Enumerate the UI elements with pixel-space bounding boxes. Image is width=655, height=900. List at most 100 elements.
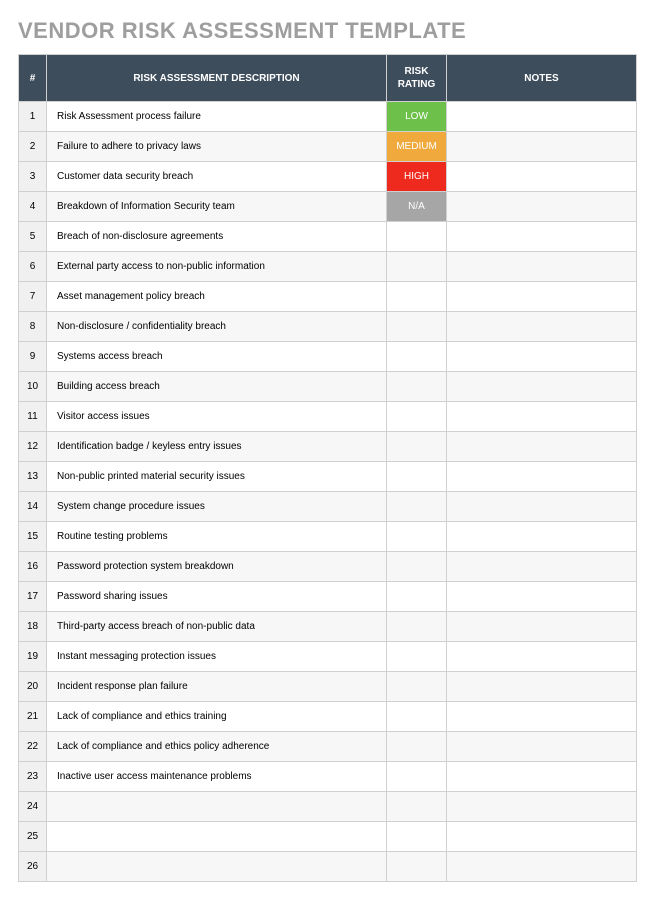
row-rating: MEDIUM (387, 132, 447, 162)
row-rating (387, 672, 447, 702)
table-row: 17Password sharing issues (19, 582, 637, 612)
table-row: 2Failure to adhere to privacy lawsMEDIUM (19, 132, 637, 162)
row-description (47, 822, 387, 852)
row-notes (447, 222, 637, 252)
row-number: 14 (19, 492, 47, 522)
row-notes (447, 522, 637, 552)
row-description: Non-disclosure / confidentiality breach (47, 312, 387, 342)
row-description: Non-public printed material security iss… (47, 462, 387, 492)
row-rating (387, 282, 447, 312)
row-number: 1 (19, 102, 47, 132)
row-rating (387, 492, 447, 522)
row-notes (447, 162, 637, 192)
row-rating (387, 372, 447, 402)
row-rating (387, 522, 447, 552)
row-rating (387, 552, 447, 582)
table-row: 24 (19, 792, 637, 822)
row-description: Password protection system breakdown (47, 552, 387, 582)
row-notes (447, 282, 637, 312)
row-number: 9 (19, 342, 47, 372)
header-notes: NOTES (447, 55, 637, 102)
table-row: 11Visitor access issues (19, 402, 637, 432)
table-row: 4Breakdown of Information Security teamN… (19, 192, 637, 222)
page-title: VENDOR RISK ASSESSMENT TEMPLATE (18, 18, 637, 44)
row-rating (387, 582, 447, 612)
table-row: 8Non-disclosure / confidentiality breach (19, 312, 637, 342)
row-description: Failure to adhere to privacy laws (47, 132, 387, 162)
table-row: 22Lack of compliance and ethics policy a… (19, 732, 637, 762)
table-row: 26 (19, 852, 637, 882)
row-number: 18 (19, 612, 47, 642)
row-number: 7 (19, 282, 47, 312)
row-notes (447, 732, 637, 762)
row-number: 26 (19, 852, 47, 882)
row-rating (387, 852, 447, 882)
row-rating (387, 612, 447, 642)
row-description: Lack of compliance and ethics training (47, 702, 387, 732)
row-number: 20 (19, 672, 47, 702)
row-notes (447, 312, 637, 342)
table-row: 3Customer data security breachHIGH (19, 162, 637, 192)
row-notes (447, 102, 637, 132)
row-notes (447, 852, 637, 882)
table-row: 1Risk Assessment process failureLOW (19, 102, 637, 132)
row-number: 13 (19, 462, 47, 492)
row-description: Incident response plan failure (47, 672, 387, 702)
row-number: 2 (19, 132, 47, 162)
row-number: 12 (19, 432, 47, 462)
row-number: 8 (19, 312, 47, 342)
row-description: Asset management policy breach (47, 282, 387, 312)
table-row: 18Third-party access breach of non-publi… (19, 612, 637, 642)
row-rating (387, 252, 447, 282)
row-notes (447, 132, 637, 162)
row-rating (387, 702, 447, 732)
row-notes (447, 612, 637, 642)
row-rating (387, 402, 447, 432)
row-description: Breakdown of Information Security team (47, 192, 387, 222)
row-notes (447, 402, 637, 432)
row-notes (447, 582, 637, 612)
row-rating (387, 762, 447, 792)
row-notes (447, 672, 637, 702)
row-number: 23 (19, 762, 47, 792)
table-row: 15Routine testing problems (19, 522, 637, 552)
row-description: External party access to non-public info… (47, 252, 387, 282)
row-rating: N/A (387, 192, 447, 222)
table-row: 5Breach of non-disclosure agreements (19, 222, 637, 252)
row-description: Identification badge / keyless entry iss… (47, 432, 387, 462)
row-rating: HIGH (387, 162, 447, 192)
row-notes (447, 552, 637, 582)
row-description: Visitor access issues (47, 402, 387, 432)
row-description: Lack of compliance and ethics policy adh… (47, 732, 387, 762)
row-notes (447, 462, 637, 492)
row-description: Systems access breach (47, 342, 387, 372)
row-rating (387, 792, 447, 822)
table-row: 13Non-public printed material security i… (19, 462, 637, 492)
table-row: 21Lack of compliance and ethics training (19, 702, 637, 732)
row-description: Password sharing issues (47, 582, 387, 612)
row-rating (387, 822, 447, 852)
row-notes (447, 192, 637, 222)
table-row: 16Password protection system breakdown (19, 552, 637, 582)
table-row: 14System change procedure issues (19, 492, 637, 522)
table-row: 9Systems access breach (19, 342, 637, 372)
row-rating (387, 462, 447, 492)
row-rating (387, 342, 447, 372)
table-row: 20Incident response plan failure (19, 672, 637, 702)
table-row: 6External party access to non-public inf… (19, 252, 637, 282)
table-row: 25 (19, 822, 637, 852)
row-description: Routine testing problems (47, 522, 387, 552)
table-row: 23Inactive user access maintenance probl… (19, 762, 637, 792)
row-notes (447, 492, 637, 522)
row-notes (447, 372, 637, 402)
header-rating: RISK RATING (387, 55, 447, 102)
row-notes (447, 252, 637, 282)
table-row: 7Asset management policy breach (19, 282, 637, 312)
row-number: 4 (19, 192, 47, 222)
row-number: 21 (19, 702, 47, 732)
row-description: System change procedure issues (47, 492, 387, 522)
row-notes (447, 342, 637, 372)
row-notes (447, 432, 637, 462)
table-row: 12Identification badge / keyless entry i… (19, 432, 637, 462)
row-rating (387, 432, 447, 462)
